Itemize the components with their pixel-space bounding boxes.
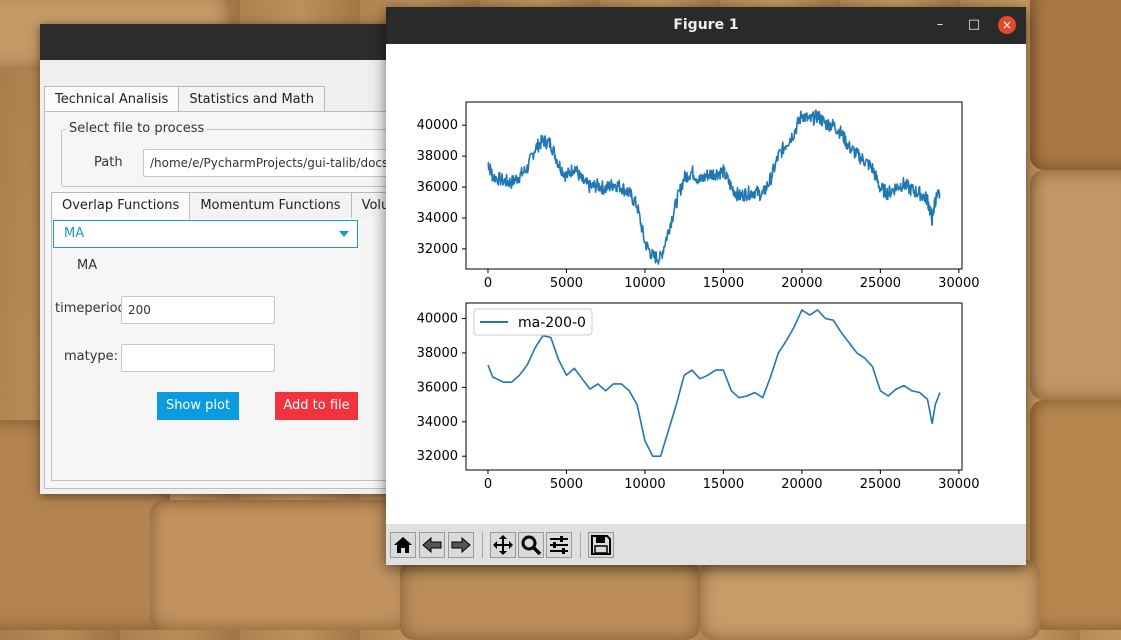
path-label: Path — [94, 155, 123, 170]
matype-label: matype: — [64, 349, 119, 364]
configure-subplots-icon[interactable] — [546, 532, 572, 558]
x-tick-label: 10000 — [624, 477, 665, 492]
app-titlebar[interactable] — [40, 24, 400, 60]
y-tick-label: 34000 — [417, 211, 458, 226]
matype-input[interactable] — [121, 344, 275, 372]
legend: ma-200-0 — [473, 308, 593, 336]
y-tick-label: 40000 — [417, 118, 458, 133]
maximize-icon[interactable]: □ — [965, 16, 983, 34]
x-tick-label: 30000 — [938, 477, 979, 492]
path-input[interactable]: /home/e/PycharmProjects/gui-talib/docs/ — [143, 149, 400, 177]
wallpaper-stone — [150, 500, 410, 630]
subplot-1: 0 5000 10000 15000 20000 25000 30000 32000 34000… — [417, 101, 980, 291]
toolbar-separator — [580, 532, 581, 558]
axes-frame — [465, 101, 963, 270]
y-tick-label: 34000 — [417, 415, 458, 430]
x-tick-label: 5000 — [550, 477, 583, 492]
wallpaper-stone — [1030, 170, 1121, 400]
x-tick-label: 0 — [484, 276, 492, 291]
y-tick-label: 36000 — [417, 380, 458, 395]
function-select-value: MA — [64, 226, 85, 241]
y-tick-label: 36000 — [417, 180, 458, 195]
figure-title: Figure 1 — [673, 17, 739, 33]
x-tick-label: 10000 — [624, 276, 665, 291]
pan-icon[interactable] — [490, 532, 516, 558]
tab-statistics-and-math[interactable]: Statistics and Math — [178, 86, 325, 112]
tab-technical-analisis[interactable]: Technical Analisis — [44, 86, 180, 113]
file-select-legend: Select file to process — [66, 121, 208, 136]
close-icon[interactable]: × — [998, 16, 1016, 34]
y-tick-label: 32000 — [417, 242, 458, 257]
x-tick-label: 15000 — [703, 477, 744, 492]
wallpaper-stone — [700, 560, 1040, 640]
x-tick-label: 25000 — [860, 477, 901, 492]
y-tick-label: 32000 — [417, 449, 458, 464]
figure-window: Figure 1 – □ × 0 5000 10000 15000 20000 25000… — [386, 7, 1026, 565]
timeperiod-label: timeperiod: — [55, 301, 131, 316]
wallpaper-stone — [400, 560, 700, 640]
chevron-down-icon — [339, 231, 349, 237]
tab-overlap-functions[interactable]: Overlap Functions — [51, 192, 191, 219]
figure-toolbar — [386, 524, 1026, 565]
main-tabbar: Technical Analisis Statistics and Math — [44, 86, 325, 113]
function-name-label: MA — [77, 258, 98, 273]
x-tick-label: 25000 — [860, 276, 901, 291]
minimize-icon[interactable]: – — [931, 16, 949, 34]
y-tick-label: 40000 — [417, 311, 458, 326]
show-plot-button[interactable]: Show plot — [157, 392, 239, 420]
wallpaper-stone — [1030, 400, 1121, 630]
forward-icon[interactable] — [448, 532, 474, 558]
x-tick-label: 15000 — [703, 276, 744, 291]
y-tick-label: 38000 — [417, 149, 458, 164]
zoom-icon[interactable] — [518, 532, 544, 558]
home-icon[interactable] — [390, 532, 416, 558]
save-icon[interactable] — [588, 532, 614, 558]
add-to-file-button[interactable]: Add to file — [275, 392, 358, 420]
figure-titlebar[interactable]: Figure 1 – □ × — [386, 7, 1026, 44]
timeperiod-input[interactable]: 200 — [121, 296, 275, 324]
legend-label: ma-200-0 — [518, 315, 586, 331]
wallpaper-stone — [1030, 0, 1121, 170]
x-tick-label: 5000 — [550, 276, 583, 291]
function-tabbar: Overlap Functions Momentum Functions Vol… — [51, 192, 421, 219]
back-icon[interactable] — [419, 532, 445, 558]
x-tick-label: 20000 — [781, 276, 822, 291]
x-tick-label: 0 — [484, 477, 492, 492]
function-select[interactable]: MA — [53, 220, 358, 248]
tab-momentum-functions[interactable]: Momentum Functions — [189, 192, 352, 218]
subplot-2: 0 5000 10000 15000 20000 25000 30000 32000 34000… — [417, 302, 980, 492]
x-tick-label: 20000 — [781, 477, 822, 492]
y-tick-label: 38000 — [417, 346, 458, 361]
figure-canvas[interactable]: 0 5000 10000 15000 20000 25000 30000 32000 34000… — [386, 44, 1026, 524]
toolbar-separator — [482, 532, 483, 558]
x-tick-label: 30000 — [938, 276, 979, 291]
